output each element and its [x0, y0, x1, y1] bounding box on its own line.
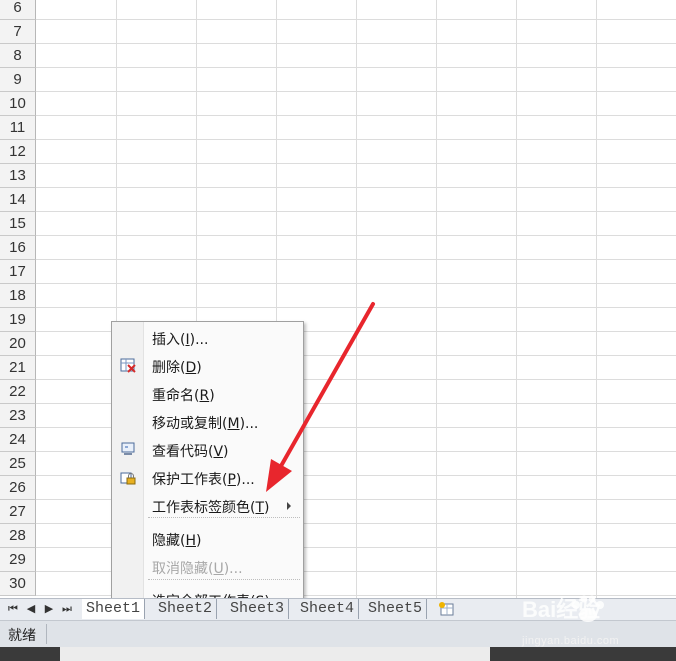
annotation-overlay	[266, 302, 375, 492]
red-arrow-shaft	[279, 302, 375, 468]
red-arrow-head	[266, 459, 292, 492]
